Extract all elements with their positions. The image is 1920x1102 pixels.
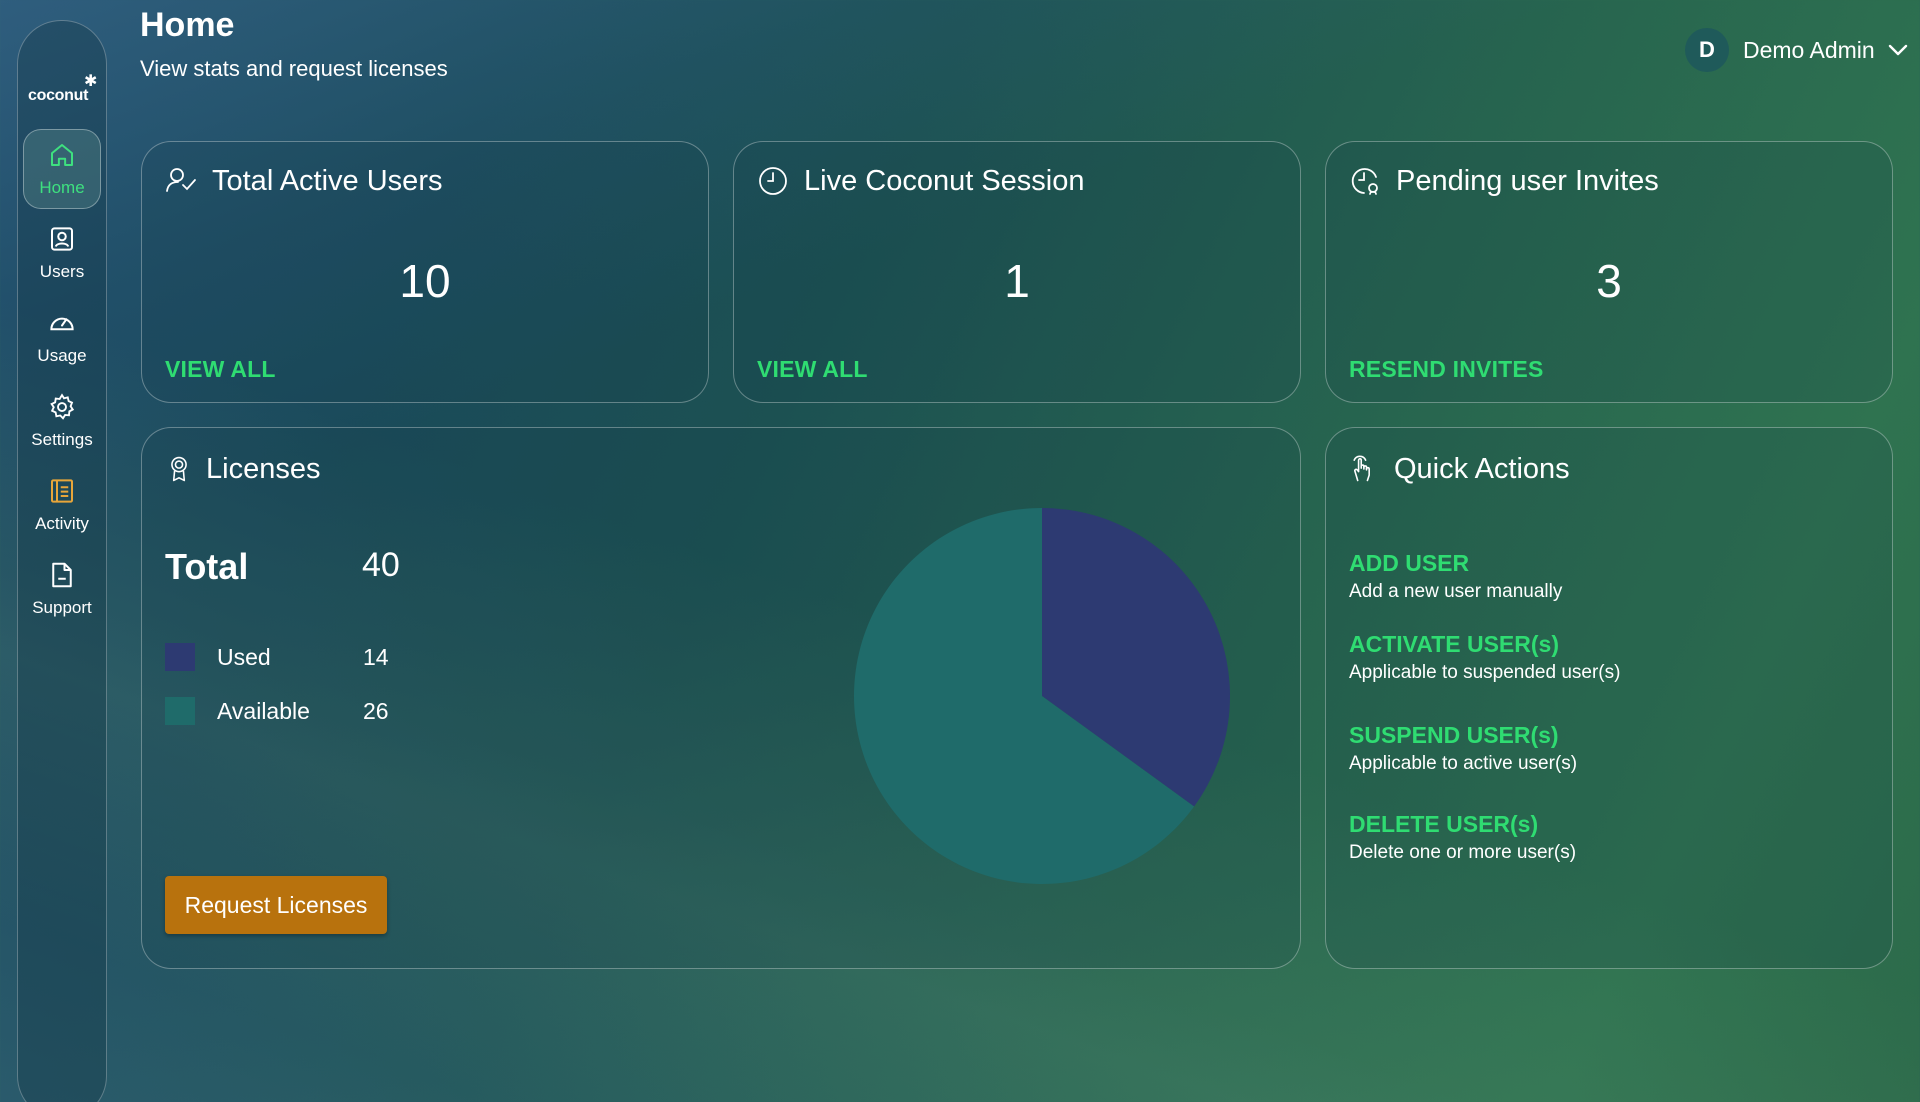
- gauge-icon: [50, 317, 74, 331]
- quick-action-desc: Applicable to active user(s): [1349, 753, 1578, 774]
- card-header: Total Active Users: [164, 164, 442, 198]
- page-subtitle: View stats and request licenses: [140, 56, 448, 81]
- card-header: Licenses: [164, 452, 320, 486]
- user-check-icon: [166, 168, 196, 192]
- quick-action-activate-users[interactable]: ACTIVATE USER(s) Applicable to suspended…: [1349, 631, 1620, 684]
- stat-value: 10: [399, 255, 451, 307]
- legend-item-used: Used 14: [165, 642, 389, 672]
- legend-swatch: [165, 643, 195, 671]
- user-icon: [51, 227, 73, 251]
- card-title: Total Active Users: [212, 164, 443, 197]
- card-title: Pending user Invites: [1396, 164, 1659, 197]
- sidebar-item-activity[interactable]: Activity: [23, 465, 101, 545]
- sidebar-item-label: Home: [39, 178, 85, 197]
- request-licenses-button[interactable]: Request Licenses: [165, 876, 387, 934]
- stat-value: 3: [1596, 255, 1622, 307]
- stat-card-pending-invites: Pending user Invites 3 RESEND INVITES: [1325, 141, 1893, 403]
- legend-value: 14: [363, 643, 389, 670]
- quick-actions-card: Quick Actions ADD USER Add a new user ma…: [1325, 427, 1893, 969]
- sidebar-item-label: Settings: [31, 430, 93, 449]
- sidebar-item-label: Activity: [35, 514, 89, 533]
- page-title: Home: [140, 6, 235, 44]
- sidebar-item-label: Users: [39, 262, 85, 281]
- tap-hand-icon: [1353, 455, 1370, 482]
- card-title: Licenses: [206, 452, 321, 485]
- sidebar-item-settings[interactable]: Settings: [23, 381, 101, 461]
- sidebar-item-users[interactable]: Users: [23, 213, 101, 293]
- quick-action-add-user[interactable]: ADD USER Add a new user manually: [1349, 550, 1562, 603]
- sidebar: ✱ coconut Home Users Usage Settings Acti…: [17, 20, 107, 1102]
- list-icon: [51, 479, 73, 503]
- quick-action-desc: Add a new user manually: [1349, 581, 1563, 602]
- stat-value: 1: [1004, 255, 1030, 307]
- avatar: D: [1685, 28, 1729, 72]
- quick-action-desc: Applicable to suspended user(s): [1349, 662, 1621, 683]
- home-icon: [51, 144, 73, 166]
- user-menu[interactable]: D Demo Admin: [1685, 28, 1909, 72]
- quick-action-title: SUSPEND USER(s): [1349, 722, 1559, 748]
- quick-action-title: ACTIVATE USER(s): [1349, 631, 1559, 657]
- quick-action-title: ADD USER: [1349, 550, 1470, 576]
- quick-action-delete-users[interactable]: DELETE USER(s) Delete one or more user(s…: [1349, 811, 1576, 864]
- quick-action-title: DELETE USER(s): [1349, 811, 1539, 837]
- chevron-down-icon: [1888, 44, 1907, 56]
- licenses-card: Licenses Total 40 Used 14 Available 26 R…: [141, 427, 1301, 969]
- document-icon: [52, 562, 72, 588]
- legend-value: 26: [363, 697, 389, 724]
- sidebar-item-label: Support: [32, 598, 92, 617]
- quick-action-suspend-users[interactable]: SUSPEND USER(s) Applicable to active use…: [1349, 722, 1577, 775]
- card-title: Live Coconut Session: [804, 164, 1085, 197]
- sidebar-item-label: Usage: [37, 346, 87, 365]
- award-icon: [171, 456, 187, 482]
- view-all-users-link[interactable]: VIEW ALL: [165, 356, 276, 383]
- card-header: Pending user Invites: [1348, 164, 1659, 198]
- licenses-total-value: 40: [362, 546, 400, 584]
- legend-label: Available: [217, 697, 310, 724]
- sidebar-item-home[interactable]: Home: [23, 129, 101, 209]
- gear-icon: [50, 393, 75, 420]
- licenses-total-label: Total: [165, 546, 249, 587]
- card-title: Quick Actions: [1394, 452, 1570, 485]
- clock-icon: [759, 167, 787, 195]
- stat-card-live-session: Live Coconut Session 1 VIEW ALL: [733, 141, 1301, 403]
- logo-text: coconut: [28, 87, 89, 104]
- card-header: Quick Actions: [1348, 452, 1570, 486]
- legend-item-available: Available 26: [165, 696, 389, 726]
- user-name: Demo Admin: [1743, 36, 1875, 63]
- sidebar-item-usage[interactable]: Usage: [23, 297, 101, 377]
- sidebar-item-support[interactable]: Support: [23, 549, 101, 629]
- pending-clock-icon: [1351, 168, 1378, 195]
- licenses-pie-chart: [853, 508, 1230, 885]
- stat-card-total-active-users: Total Active Users 10 VIEW ALL: [141, 141, 709, 403]
- legend-swatch: [165, 697, 195, 725]
- card-header: Live Coconut Session: [756, 164, 1085, 198]
- legend-label: Used: [217, 643, 271, 670]
- coconut-logo[interactable]: ✱ coconut: [28, 67, 98, 111]
- view-all-sessions-link[interactable]: VIEW ALL: [757, 356, 868, 383]
- quick-action-desc: Delete one or more user(s): [1349, 842, 1577, 863]
- resend-invites-link[interactable]: RESEND INVITES: [1349, 356, 1544, 383]
